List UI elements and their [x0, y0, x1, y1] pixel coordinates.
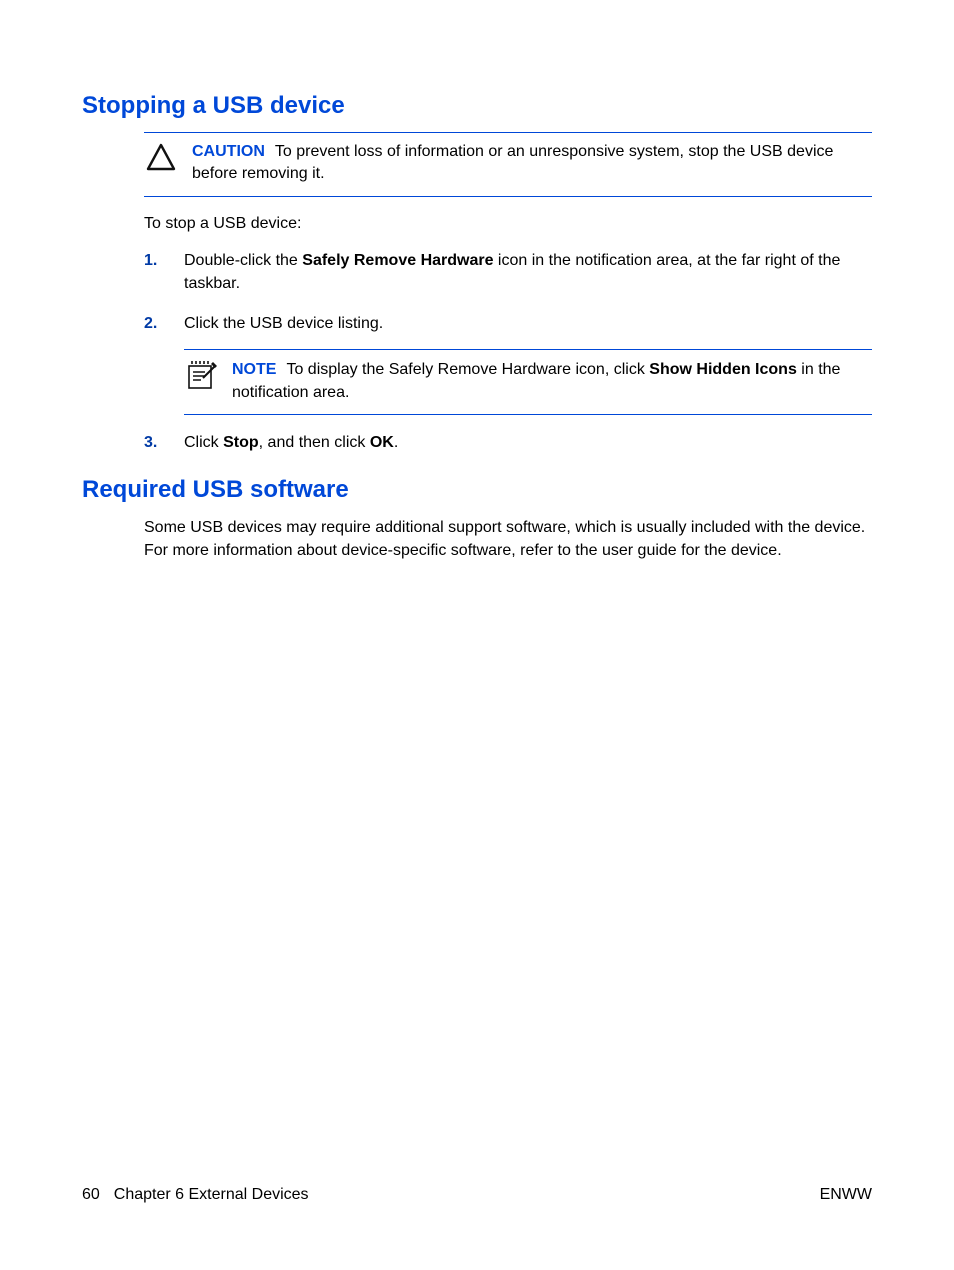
- intro-text: To stop a USB device:: [144, 213, 872, 235]
- caution-icon: [144, 141, 178, 186]
- heading-stopping-usb: Stopping a USB device: [82, 92, 872, 120]
- step3-t1: Click: [184, 434, 223, 451]
- chapter-title: Chapter 6 External Devices: [114, 1186, 309, 1203]
- footer-left: 60 Chapter 6 External Devices: [82, 1186, 309, 1204]
- note-bold: Show Hidden Icons: [649, 361, 797, 378]
- note-icon: [184, 358, 218, 404]
- page-footer: 60 Chapter 6 External Devices ENWW: [82, 1186, 872, 1204]
- step-list: Double-click the Safely Remove Hardware …: [144, 249, 872, 454]
- heading-required-software: Required USB software: [82, 476, 872, 504]
- list-item: Click Stop, and then click OK.: [144, 431, 872, 454]
- list-item: Double-click the Safely Remove Hardware …: [144, 249, 872, 295]
- step3-t2: , and then click: [259, 434, 370, 451]
- list-item: Click the USB device listing. NOTE To dis…: [144, 312, 872, 416]
- step3-b2: OK: [370, 434, 394, 451]
- section2-body: Some USB devices may require additional …: [144, 516, 872, 562]
- note-text: NOTE To display the Safely Remove Hardwar…: [232, 358, 872, 404]
- page-number: 60: [82, 1186, 100, 1203]
- caution-admonition: CAUTIONTo prevent loss of information or…: [144, 132, 872, 197]
- caution-text: CAUTIONTo prevent loss of information or…: [192, 141, 872, 186]
- footer-right: ENWW: [820, 1186, 872, 1204]
- step1-pre: Double-click the: [184, 252, 302, 269]
- step3-b1: Stop: [223, 434, 259, 451]
- note-pre: To display the Safely Remove Hardware ic…: [286, 361, 649, 378]
- caution-label: CAUTION: [192, 143, 265, 160]
- note-label: NOTE: [232, 361, 276, 378]
- document-page: Stopping a USB device CAUTIONTo prevent …: [0, 0, 954, 1270]
- step2-text: Click the USB device listing.: [184, 315, 383, 332]
- step3-t3: .: [394, 434, 398, 451]
- note-admonition: NOTE To display the Safely Remove Hardwar…: [184, 349, 872, 415]
- step1-bold: Safely Remove Hardware: [302, 252, 493, 269]
- caution-body: To prevent loss of information or an unr…: [192, 143, 833, 182]
